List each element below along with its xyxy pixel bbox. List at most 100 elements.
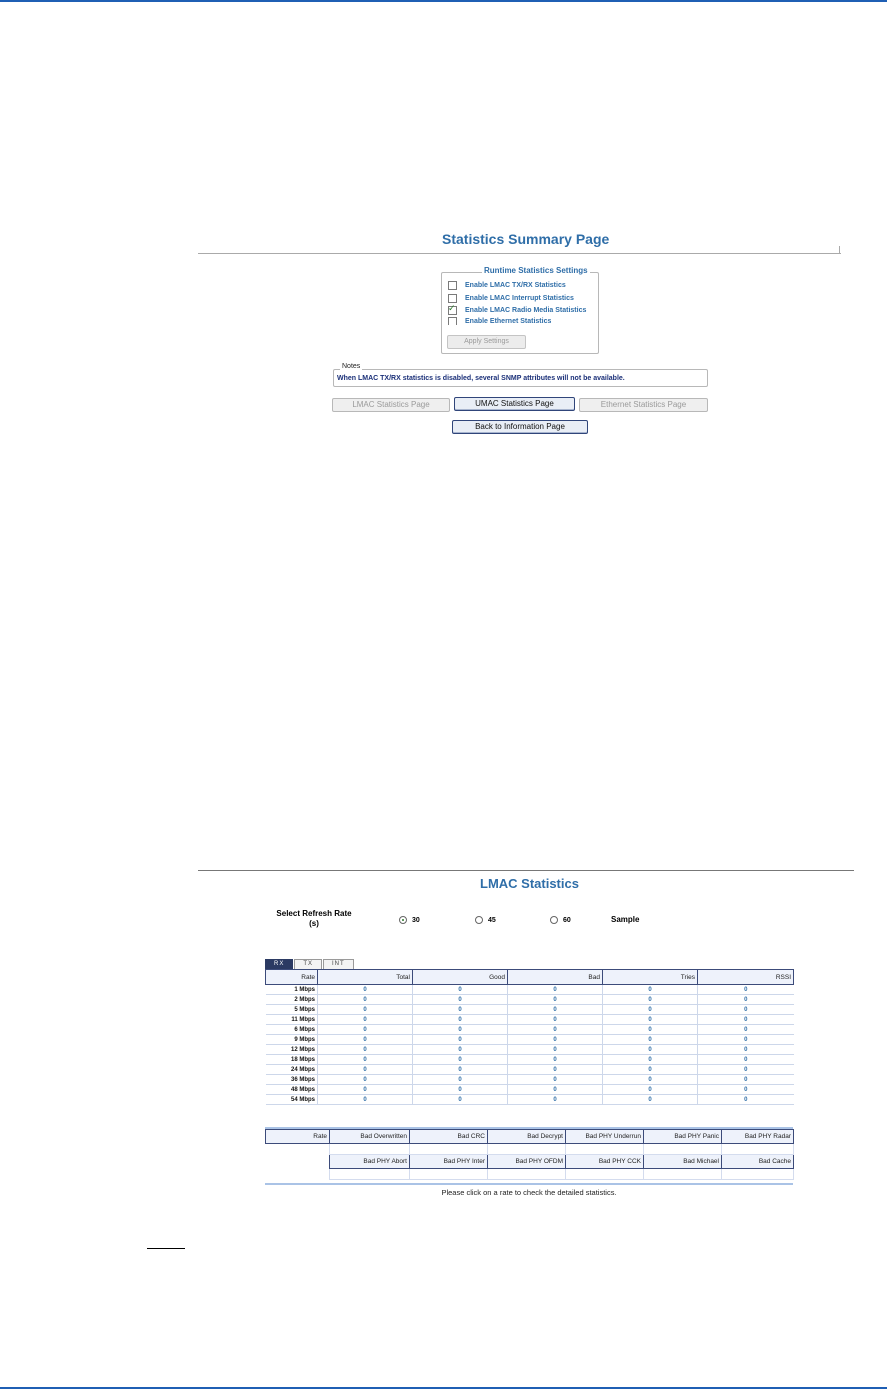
- rate-cell[interactable]: 18 Mbps: [265, 1054, 318, 1065]
- refresh-rate-label: Select Refresh Rate (s): [276, 909, 352, 928]
- refresh-option-30[interactable]: 30: [399, 916, 420, 924]
- ethernet-statistics-button[interactable]: Ethernet Statistics Page: [579, 398, 708, 412]
- lmac-statistics-button[interactable]: LMAC Statistics Page: [332, 398, 450, 412]
- rate-cell[interactable]: 36 Mbps: [265, 1074, 318, 1085]
- error-cell: [266, 1144, 330, 1155]
- option-label: Enable LMAC TX/RX Statistics: [465, 281, 566, 289]
- stat-value-cell: 0: [317, 1084, 413, 1095]
- column-header-tries[interactable]: Tries: [602, 969, 698, 985]
- option-label: Enable LMAC Interrupt Statistics: [465, 294, 574, 302]
- table-row[interactable]: 48 Mbps 0 0 0 0 0: [265, 1084, 794, 1095]
- checkbox-lmac-radio-media[interactable]: [448, 303, 457, 315]
- stat-value-cell: 0: [412, 994, 508, 1005]
- table-row[interactable]: 18 Mbps 0 0 0 0 0: [265, 1054, 794, 1065]
- rate-cell[interactable]: 24 Mbps: [265, 1064, 318, 1075]
- radio-60[interactable]: [550, 916, 558, 924]
- error-cell: [565, 1168, 644, 1180]
- checkbox-lmac-interrupt[interactable]: [448, 293, 457, 303]
- table-row[interactable]: 9 Mbps 0 0 0 0 0: [265, 1034, 794, 1045]
- radio-30[interactable]: [399, 916, 407, 924]
- rate-cell[interactable]: 5 Mbps: [265, 1004, 318, 1015]
- stat-value-cell: 0: [507, 1024, 603, 1035]
- option-ethernet[interactable]: Enable Ethernet Statistics: [448, 317, 551, 325]
- error-value-row-1: [266, 1143, 794, 1155]
- rate-cell[interactable]: 48 Mbps: [265, 1084, 318, 1095]
- stat-value-cell: 0: [412, 1014, 508, 1025]
- tab-tx[interactable]: TX: [294, 959, 323, 969]
- error-column-header: Bad Cache: [721, 1154, 794, 1169]
- table-row[interactable]: 6 Mbps 0 0 0 0 0: [265, 1024, 794, 1035]
- radio-45[interactable]: [475, 916, 483, 924]
- column-header-good[interactable]: Good: [412, 969, 508, 985]
- error-column-rate: Rate: [265, 1129, 330, 1144]
- error-value-row-2: [266, 1168, 794, 1180]
- table-row[interactable]: 5 Mbps 0 0 0 0 0: [265, 1004, 794, 1015]
- column-header-rate[interactable]: Rate: [265, 969, 318, 985]
- rate-cell[interactable]: 6 Mbps: [265, 1024, 318, 1035]
- stat-value-cell: 0: [317, 1024, 413, 1035]
- error-cell: [409, 1143, 488, 1155]
- table-row[interactable]: 54 Mbps 0 0 0 0 0: [265, 1094, 794, 1105]
- summary-page-title: Statistics Summary Page: [442, 231, 610, 247]
- tab-int[interactable]: INT: [323, 959, 354, 969]
- table-row[interactable]: 12 Mbps 0 0 0 0 0: [265, 1044, 794, 1055]
- error-cell: [487, 1168, 566, 1180]
- error-column-header: Bad PHY Inter: [409, 1154, 488, 1169]
- refresh-option-45[interactable]: 45: [475, 916, 496, 924]
- rate-cell[interactable]: 54 Mbps: [265, 1094, 318, 1105]
- column-header-total[interactable]: Total: [317, 969, 413, 985]
- stat-value-cell: 0: [602, 1054, 698, 1065]
- stat-value-cell: 0: [412, 984, 508, 995]
- checkbox-ethernet[interactable]: [448, 317, 457, 325]
- stat-value-cell: 0: [412, 1074, 508, 1085]
- table-row[interactable]: 11 Mbps 0 0 0 0 0: [265, 1014, 794, 1025]
- stat-value-cell: 0: [412, 1064, 508, 1075]
- stat-value-cell: 0: [317, 1094, 413, 1105]
- stat-value-cell: 0: [697, 1054, 794, 1065]
- rate-cell[interactable]: 11 Mbps: [265, 1014, 318, 1025]
- stat-value-cell: 0: [317, 1074, 413, 1085]
- stat-value-cell: 0: [697, 1024, 794, 1035]
- table-row[interactable]: 2 Mbps 0 0 0 0 0: [265, 994, 794, 1005]
- table-row[interactable]: 1 Mbps 0 0 0 0 0: [265, 984, 794, 995]
- rate-cell[interactable]: 1 Mbps: [265, 984, 318, 995]
- error-cell: [721, 1168, 794, 1180]
- apply-settings-button[interactable]: Apply Settings: [447, 335, 526, 349]
- stat-value-cell: 0: [602, 1074, 698, 1085]
- back-to-information-button[interactable]: Back to Information Page: [452, 420, 588, 434]
- error-statistics-table: Rate Bad Overwritten Bad CRC Bad Decrypt…: [265, 1129, 794, 1180]
- stat-value-cell: 0: [697, 1074, 794, 1085]
- table-row[interactable]: 36 Mbps 0 0 0 0 0: [265, 1074, 794, 1085]
- table-row[interactable]: 24 Mbps 0 0 0 0 0: [265, 1064, 794, 1075]
- column-header-bad[interactable]: Bad: [507, 969, 603, 985]
- stat-value-cell: 0: [507, 1034, 603, 1045]
- rate-cell[interactable]: 2 Mbps: [265, 994, 318, 1005]
- column-header-rssi[interactable]: RSSI: [697, 969, 794, 985]
- stat-value-cell: 0: [697, 994, 794, 1005]
- error-cell: [643, 1143, 722, 1155]
- stat-value-cell: 0: [317, 1054, 413, 1065]
- refresh-option-60[interactable]: 60: [550, 916, 571, 924]
- stats-tabs: RX TX INT: [265, 959, 355, 969]
- refresh-option-label: 60: [563, 916, 571, 924]
- stat-value-cell: 0: [317, 984, 413, 995]
- runtime-settings-fieldset: Runtime Statistics Settings Enable LMAC …: [441, 266, 599, 354]
- stat-value-cell: 0: [697, 1094, 794, 1105]
- stat-value-cell: 0: [602, 1094, 698, 1105]
- error-column-header: Bad PHY Underrun: [565, 1129, 644, 1144]
- rate-cell[interactable]: 9 Mbps: [265, 1034, 318, 1045]
- option-lmac-txrx[interactable]: Enable LMAC TX/RX Statistics: [448, 279, 566, 291]
- rate-cell[interactable]: 12 Mbps: [265, 1044, 318, 1055]
- error-cell: [565, 1143, 644, 1155]
- stat-value-cell: 0: [697, 984, 794, 995]
- stat-value-cell: 0: [602, 1084, 698, 1095]
- checkbox-lmac-txrx[interactable]: [448, 280, 457, 290]
- stat-value-cell: 0: [602, 1004, 698, 1015]
- umac-statistics-button[interactable]: UMAC Statistics Page: [454, 397, 575, 411]
- error-column-header: Bad PHY Radar: [721, 1129, 794, 1144]
- option-lmac-interrupt[interactable]: Enable LMAC Interrupt Statistics: [448, 292, 574, 304]
- stat-value-cell: 0: [412, 1054, 508, 1065]
- option-lmac-radio-media[interactable]: Enable LMAC Radio Media Statistics: [448, 303, 586, 316]
- tab-rx[interactable]: RX: [265, 959, 294, 969]
- stat-value-cell: 0: [697, 1044, 794, 1055]
